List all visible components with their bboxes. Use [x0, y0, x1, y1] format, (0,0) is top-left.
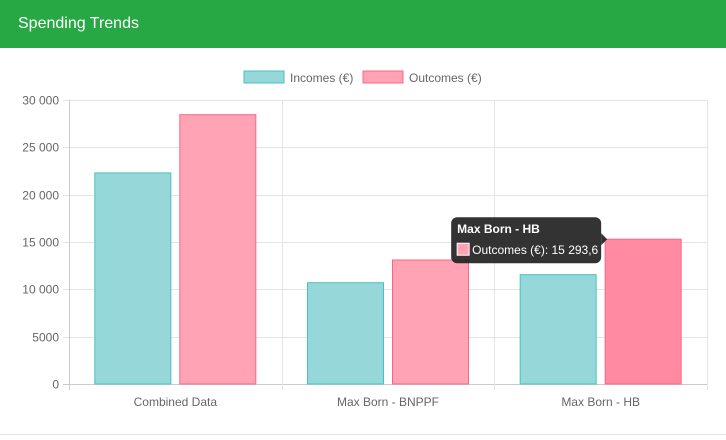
incomes-bar[interactable]: [94, 172, 172, 385]
outcomes-bar[interactable]: [604, 238, 682, 385]
tooltip-swatch: [456, 242, 470, 256]
incomes-bar[interactable]: [307, 282, 384, 385]
spending-trends-chart[interactable]: 0 5000 10 000 15 000 20 000 25 000 30 000 Combi…: [0, 48, 726, 435]
card-header: Spending Trends: [0, 0, 726, 48]
incomes-bar[interactable]: [519, 274, 597, 385]
y-tick-label: 5000: [32, 331, 59, 345]
x-tick-label: Max Born - BNPPF: [337, 395, 439, 409]
tooltip-title: Max Born - HB: [457, 222, 540, 236]
legend-outcomes-swatch[interactable]: [362, 70, 404, 84]
x-tick-label: Max Born - HB: [561, 395, 640, 409]
tooltip-label: Outcomes (€): 15 293,6: [472, 243, 598, 257]
y-tick-label: 25 000: [22, 141, 59, 155]
legend-incomes-label[interactable]: Incomes (€): [290, 71, 353, 85]
y-tick-label: 30 000: [22, 94, 59, 108]
legend-incomes-swatch[interactable]: [243, 70, 285, 84]
x-tick-label: Combined Data: [134, 395, 218, 409]
chart-area: 0 5000 10 000 15 000 20 000 25 000 30 000 Combi…: [0, 48, 726, 435]
y-tick-label: 10 000: [22, 283, 59, 297]
y-tick-label: 15 000: [22, 236, 59, 250]
card-title: Spending Trends: [18, 15, 139, 32]
spending-trends-card: Spending Trends 0 5000 10 000 15 000 20 000 2…: [0, 0, 726, 435]
y-tick-label: 20 000: [22, 189, 59, 203]
legend-outcomes-label[interactable]: Outcomes (€): [409, 71, 482, 85]
outcomes-bar[interactable]: [179, 114, 257, 385]
y-tick-label: 0: [52, 378, 59, 392]
outcomes-bar[interactable]: [392, 259, 469, 385]
